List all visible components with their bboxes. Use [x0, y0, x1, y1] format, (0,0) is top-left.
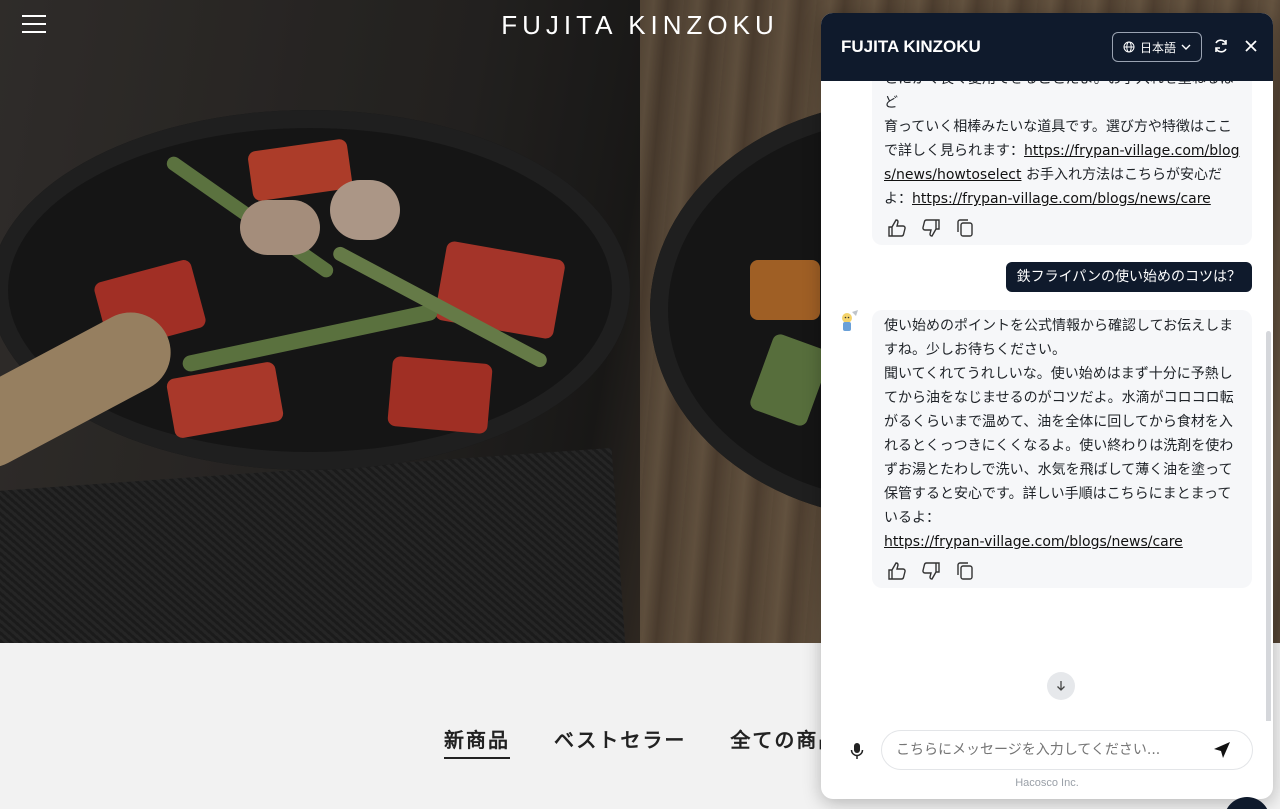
tab-best-sellers[interactable]: ベストセラー [554, 724, 686, 759]
chevron-down-icon [1181, 44, 1191, 50]
message-actions [884, 211, 1240, 245]
avatar-icon [835, 308, 861, 334]
product-tabs: 新商品 ベストセラー 全ての商品 [444, 724, 840, 759]
message-link[interactable]: https://frypan-village.com/blogs/news/ca… [912, 191, 1211, 207]
bot-message: 使い始めのポイントを公式情報から確認してお伝えしますね。少しお待ちください。 聞… [872, 310, 1252, 588]
message-list[interactable]: とにかく長く愛用できることだよ。お手入れを重ねるほど 育っていく相棒みたいな道具… [821, 81, 1273, 721]
powered-by: Hacosco Inc. [1015, 777, 1079, 789]
chat-title: FUJITA KINZOKU [841, 37, 981, 56]
send-icon[interactable] [1212, 740, 1232, 760]
language-label: 日本語 [1139, 40, 1176, 55]
globe-icon [1123, 41, 1135, 53]
copy-icon[interactable] [954, 217, 976, 239]
chat-header: FUJITA KINZOKU 日本語 [821, 13, 1273, 81]
thumbs-down-icon[interactable] [920, 560, 942, 582]
thumbs-down-icon[interactable] [920, 217, 942, 239]
chat-widget: FUJITA KINZOKU 日本語 とにかく長く愛用できることだよ。お手入れを… [821, 13, 1273, 799]
message-composer [821, 730, 1273, 772]
copy-icon[interactable] [954, 560, 976, 582]
close-icon[interactable] [1240, 35, 1262, 57]
scrollbar[interactable] [1266, 331, 1271, 721]
user-message: 鉄フライパンの使い始めのコツは？ [1005, 262, 1252, 292]
thumbs-up-icon[interactable] [886, 560, 908, 582]
message-text: 聞いてくれてうれしいな。使い始めはまず十分に予熱してから油をなじませるのがコツだ… [884, 366, 1234, 526]
message-text: 使い始めのポイントを公式情報から確認してお伝えしますね。少しお待ちください。 [884, 318, 1234, 358]
message-text: とにかく長く愛用できることだよ。お手入れを重ねるほど [884, 81, 1234, 111]
mic-icon[interactable] [848, 741, 866, 761]
bot-message: とにかく長く愛用できることだよ。お手入れを重ねるほど 育っていく相棒みたいな道具… [872, 81, 1252, 245]
arrow-down-icon[interactable] [1047, 672, 1075, 700]
message-input[interactable] [881, 730, 1253, 770]
thumbs-up-icon[interactable] [886, 217, 908, 239]
language-select[interactable]: 日本語 [1112, 32, 1202, 62]
message-link[interactable]: https://frypan-village.com/blogs/news/ca… [884, 534, 1183, 550]
tab-new-products[interactable]: 新商品 [444, 724, 510, 759]
refresh-icon[interactable] [1210, 35, 1232, 57]
message-actions [884, 554, 1240, 588]
